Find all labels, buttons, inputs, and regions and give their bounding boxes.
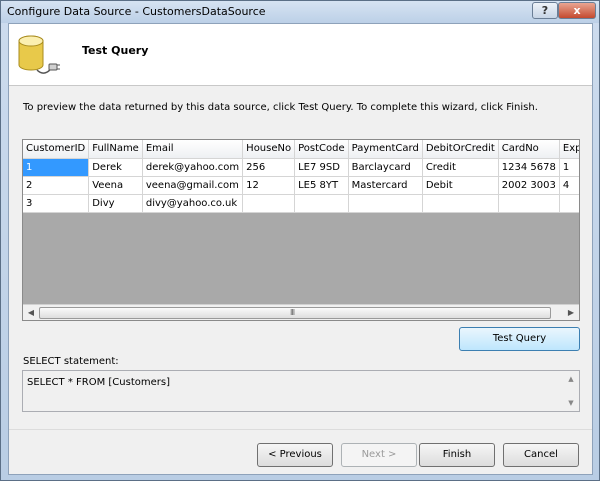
scroll-down-icon[interactable]: ▼: [565, 397, 577, 409]
vertical-scrollbar[interactable]: ▲ ▼: [563, 371, 579, 411]
table-cell[interactable]: [422, 194, 499, 213]
table-cell[interactable]: derek@yahoo.com: [142, 158, 244, 177]
table-cell[interactable]: Veena: [88, 176, 143, 195]
title-bar[interactable]: Configure Data Source - CustomersDataSou…: [1, 1, 599, 23]
column-header[interactable]: CustomerID: [23, 140, 90, 159]
previous-button[interactable]: < Previous: [257, 443, 333, 467]
grid-header-row: CustomerID FullName Email HouseNo PostCo…: [23, 140, 579, 159]
horizontal-scrollbar[interactable]: ◀ III ▶: [23, 304, 579, 320]
table-cell[interactable]: 1: [559, 158, 579, 177]
wizard-body: Test Query To preview the data returned …: [8, 23, 593, 475]
column-header[interactable]: PostCode: [294, 140, 349, 159]
wizard-header: Test Query: [9, 24, 592, 86]
close-button[interactable]: x: [558, 2, 596, 19]
results-table: CustomerID FullName Email HouseNo PostCo…: [23, 140, 579, 213]
column-header[interactable]: HouseNo: [242, 140, 296, 159]
table-cell[interactable]: 4: [559, 176, 579, 195]
table-cell[interactable]: 1234 5678: [498, 158, 560, 177]
table-cell[interactable]: 3: [23, 194, 90, 213]
table-row[interactable]: 2 Veena veena@gmail.com 12 LE5 8YT Maste…: [23, 176, 579, 195]
sql-statement-text: SELECT * FROM [Customers]: [27, 377, 170, 388]
table-row[interactable]: 1 Derek derek@yahoo.com 256 LE7 9SD Barc…: [23, 158, 579, 177]
column-header[interactable]: CardNo: [498, 140, 560, 159]
page-title: Test Query: [82, 44, 149, 57]
help-button[interactable]: ?: [532, 2, 558, 19]
test-query-button[interactable]: Test Query: [459, 327, 580, 351]
scroll-grip: III: [290, 308, 295, 317]
database-plug-icon: [18, 35, 60, 74]
cancel-button[interactable]: Cancel: [503, 443, 579, 467]
table-cell[interactable]: Debit: [422, 176, 499, 195]
finish-button[interactable]: Finish: [419, 443, 495, 467]
table-cell[interactable]: 1: [23, 158, 90, 177]
table-cell[interactable]: [559, 194, 579, 213]
window-title: Configure Data Source - CustomersDataSou…: [7, 5, 266, 18]
table-cell[interactable]: 12: [242, 176, 296, 195]
table-cell[interactable]: LE7 9SD: [294, 158, 349, 177]
table-cell[interactable]: Mastercard: [348, 176, 423, 195]
table-cell[interactable]: [498, 194, 560, 213]
table-cell[interactable]: 2002 3003: [498, 176, 560, 195]
sql-statement-label: SELECT statement:: [23, 356, 119, 367]
table-cell[interactable]: [242, 194, 296, 213]
table-cell[interactable]: Derek: [88, 158, 143, 177]
table-row[interactable]: 3 Divy divy@yahoo.co.uk: [23, 194, 579, 213]
sql-statement-box[interactable]: SELECT * FROM [Customers] ▲ ▼: [22, 370, 580, 412]
table-cell[interactable]: [348, 194, 423, 213]
table-cell[interactable]: 256: [242, 158, 296, 177]
column-header[interactable]: FullName: [88, 140, 143, 159]
scroll-thumb[interactable]: III: [39, 307, 551, 319]
next-button[interactable]: Next >: [341, 443, 417, 467]
column-header[interactable]: Email: [142, 140, 244, 159]
scroll-right-icon[interactable]: ▶: [564, 307, 578, 319]
table-cell[interactable]: [294, 194, 349, 213]
table-cell[interactable]: Credit: [422, 158, 499, 177]
table-cell[interactable]: divy@yahoo.co.uk: [142, 194, 244, 213]
instructions-text: To preview the data returned by this dat…: [23, 102, 538, 113]
scroll-left-icon[interactable]: ◀: [24, 307, 38, 319]
table-cell[interactable]: LE5 8YT: [294, 176, 349, 195]
table-cell[interactable]: 2: [23, 176, 90, 195]
table-cell[interactable]: Divy: [88, 194, 143, 213]
results-grid[interactable]: CustomerID FullName Email HouseNo PostCo…: [22, 139, 580, 321]
wizard-window: Configure Data Source - CustomersDataSou…: [0, 0, 600, 481]
footer-divider: [9, 429, 592, 430]
column-header[interactable]: ExpiryMonth: [559, 140, 579, 159]
table-cell[interactable]: Barclaycard: [348, 158, 423, 177]
column-header[interactable]: DebitOrCredit: [422, 140, 499, 159]
scroll-up-icon[interactable]: ▲: [565, 373, 577, 385]
table-cell[interactable]: veena@gmail.com: [142, 176, 244, 195]
column-header[interactable]: PaymentCard: [348, 140, 423, 159]
